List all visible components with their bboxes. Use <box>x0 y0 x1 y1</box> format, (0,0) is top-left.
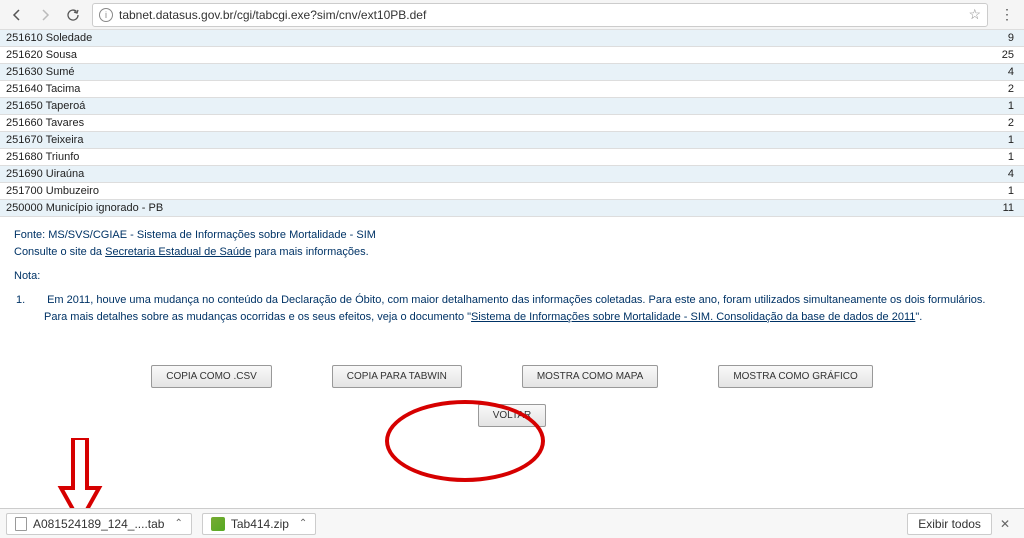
row-value: 11 <box>877 200 1024 217</box>
row-value: 1 <box>877 132 1024 149</box>
action-button-row: COPIA COMO .CSV COPIA PARA TABWIN MOSTRA… <box>0 345 1024 398</box>
file-icon <box>15 517 27 531</box>
bookmark-star-icon[interactable]: ☆ <box>968 6 981 23</box>
row-label: 251670 Teixeira <box>0 132 877 149</box>
row-label: 251700 Umbuzeiro <box>0 183 877 200</box>
browser-toolbar: i tabnet.datasus.gov.br/cgi/tabcgi.exe?s… <box>0 0 1024 30</box>
row-label: 251630 Sumé <box>0 64 877 81</box>
table-row: 251700 Umbuzeiro1 <box>0 183 1024 200</box>
page-content: 251610 Soledade9251620 Sousa25251630 Sum… <box>0 30 1024 508</box>
row-label: 251660 Tavares <box>0 115 877 132</box>
back-button[interactable] <box>4 2 30 28</box>
table-row: 251640 Tacima2 <box>0 81 1024 98</box>
download-shelf: A081524189_124_....tab ⌃ Tab414.zip ⌃ Ex… <box>0 508 1024 538</box>
row-label: 251680 Triunfo <box>0 149 877 166</box>
nota-label: Nota: <box>0 264 1024 288</box>
table-row: 251660 Tavares2 <box>0 115 1024 132</box>
mostra-mapa-button[interactable]: MOSTRA COMO MAPA <box>522 365 659 388</box>
download-filename-1: A081524189_124_....tab <box>33 517 164 531</box>
mostra-grafico-button[interactable]: MOSTRA COMO GRÁFICO <box>718 365 872 388</box>
nota-item: 1. Em 2011, houve uma mudança no conteúd… <box>0 288 1024 345</box>
table-row: 251690 Uiraúna4 <box>0 166 1024 183</box>
row-value: 9 <box>877 30 1024 47</box>
table-row: 251620 Sousa25 <box>0 47 1024 64</box>
source-line2-suffix: para mais informações. <box>251 246 368 258</box>
copia-csv-button[interactable]: COPIA COMO .CSV <box>151 365 272 388</box>
table-row: 250000 Município ignorado - PB11 <box>0 200 1024 217</box>
source-line1: Fonte: MS/SVS/CGIAE - Sistema de Informa… <box>14 227 1010 244</box>
row-value: 4 <box>877 166 1024 183</box>
row-label: 250000 Município ignorado - PB <box>0 200 877 217</box>
row-value: 2 <box>877 115 1024 132</box>
row-label: 251640 Tacima <box>0 81 877 98</box>
nota-text-suffix: ". <box>915 311 922 323</box>
row-label: 251620 Sousa <box>0 47 877 64</box>
source-info: Fonte: MS/SVS/CGIAE - Sistema de Informa… <box>0 217 1024 264</box>
zip-icon <box>211 517 225 531</box>
forward-button[interactable] <box>32 2 58 28</box>
chevron-up-icon[interactable]: ⌃ <box>174 518 182 529</box>
nota-number: 1. <box>16 292 44 309</box>
copia-tabwin-button[interactable]: COPIA PARA TABWIN <box>332 365 462 388</box>
source-line2-prefix: Consulte o site da <box>14 246 105 258</box>
source-link[interactable]: Secretaria Estadual de Saúde <box>105 246 251 258</box>
close-download-shelf-button[interactable]: ✕ <box>992 517 1018 531</box>
row-label: 251690 Uiraúna <box>0 166 877 183</box>
show-all-downloads-button[interactable]: Exibir todos <box>907 513 992 535</box>
row-label: 251610 Soledade <box>0 30 877 47</box>
table-row: 251680 Triunfo1 <box>0 149 1024 166</box>
browser-menu-icon[interactable]: ⋮ <box>994 6 1020 23</box>
site-info-icon[interactable]: i <box>99 8 113 22</box>
table-row: 251630 Sumé4 <box>0 64 1024 81</box>
row-value: 1 <box>877 98 1024 115</box>
download-item-2[interactable]: Tab414.zip ⌃ <box>202 513 316 535</box>
chevron-up-icon[interactable]: ⌃ <box>299 518 307 529</box>
row-value: 2 <box>877 81 1024 98</box>
download-item-1[interactable]: A081524189_124_....tab ⌃ <box>6 513 192 535</box>
address-bar[interactable]: i tabnet.datasus.gov.br/cgi/tabcgi.exe?s… <box>92 3 988 27</box>
reload-button[interactable] <box>60 2 86 28</box>
annotation-arrow-icon <box>55 438 105 508</box>
table-row: 251610 Soledade9 <box>0 30 1024 47</box>
row-label: 251650 Taperoá <box>0 98 877 115</box>
action-button-row2: VOLTAR <box>0 398 1024 447</box>
voltar-button[interactable]: VOLTAR <box>478 404 547 427</box>
table-row: 251670 Teixeira1 <box>0 132 1024 149</box>
row-value: 25 <box>877 47 1024 64</box>
nota-link[interactable]: Sistema de Informações sobre Mortalidade… <box>471 311 915 323</box>
table-row: 251650 Taperoá1 <box>0 98 1024 115</box>
row-value: 1 <box>877 149 1024 166</box>
url-text: tabnet.datasus.gov.br/cgi/tabcgi.exe?sim… <box>119 8 426 22</box>
data-table: 251610 Soledade9251620 Sousa25251630 Sum… <box>0 30 1024 217</box>
row-value: 1 <box>877 183 1024 200</box>
row-value: 4 <box>877 64 1024 81</box>
download-filename-2: Tab414.zip <box>231 517 289 531</box>
